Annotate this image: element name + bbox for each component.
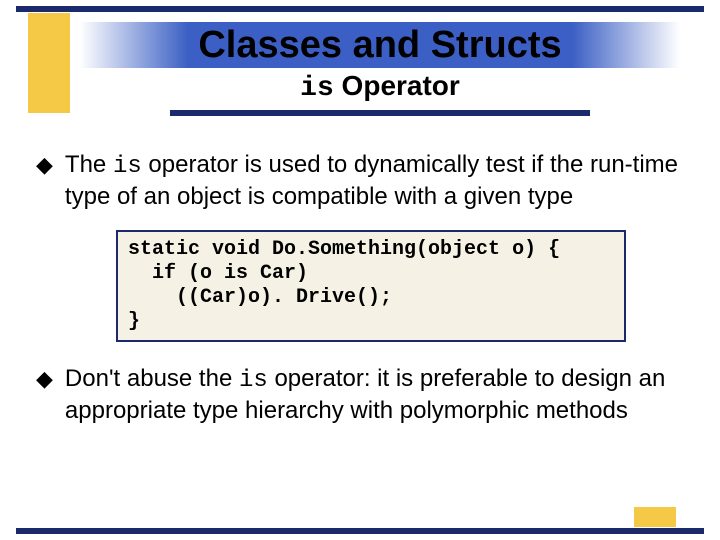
subtitle-text: Operator: [334, 70, 460, 101]
bullet-marker: ◆: [36, 364, 53, 394]
bullet-pre: Don't abuse the: [65, 365, 239, 392]
accent-block-bottom-right: [634, 507, 676, 527]
bullet-post: operator is used to dynamically test if …: [65, 151, 678, 210]
title-underline: [170, 110, 590, 116]
bullet-marker: ◆: [36, 150, 53, 180]
slide-subtitle: is Operator: [80, 70, 680, 104]
bullet-text: The is operator is used to dynamically t…: [65, 150, 684, 212]
bullet-item: ◆ The is operator is used to dynamically…: [36, 150, 684, 212]
bullet-mono: is: [113, 153, 142, 180]
accent-block-top-left: [28, 13, 70, 113]
bullet-pre: The: [65, 151, 113, 178]
bullet-item: ◆ Don't abuse the is operator: it is pre…: [36, 364, 684, 426]
content-area: ◆ The is operator is used to dynamically…: [36, 150, 684, 444]
top-border: [16, 6, 704, 12]
title-area: Classes and Structs is Operator: [80, 22, 680, 116]
code-block: static void Do.Something(object o) { if …: [116, 230, 626, 342]
slide-title: Classes and Structs: [198, 24, 561, 67]
bottom-border: [16, 528, 704, 534]
bullet-text: Don't abuse the is operator: it is prefe…: [65, 364, 684, 426]
subtitle-keyword: is: [300, 73, 334, 104]
title-gradient: Classes and Structs: [80, 22, 680, 68]
bullet-mono: is: [239, 367, 268, 394]
